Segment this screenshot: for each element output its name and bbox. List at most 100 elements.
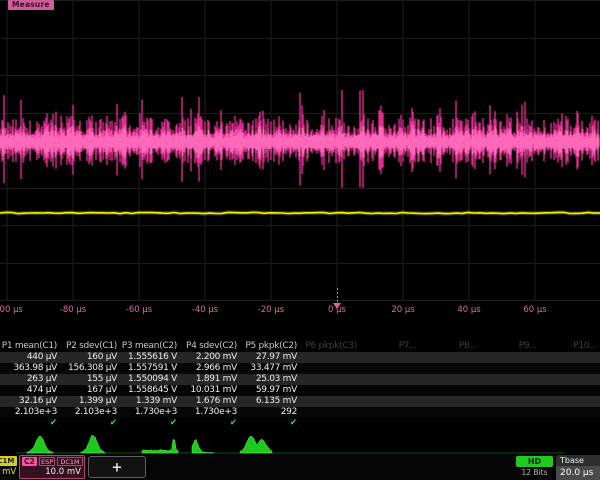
- c2-channel-tag: C2: [22, 457, 37, 466]
- table-value-cell: [300, 352, 360, 363]
- table-value-cell: 33.477 mV: [240, 363, 300, 374]
- table-value-cell: [540, 407, 600, 418]
- table-value-cell: 2.200 mV: [180, 352, 240, 363]
- table-value-cell: 1.339 mV: [120, 396, 180, 407]
- table-value-cell: 1.891 mV: [180, 374, 240, 385]
- table-value-cell: [420, 407, 480, 418]
- table-value-cell: [420, 363, 480, 374]
- table-value-cell: [540, 363, 600, 374]
- trigger-dashed-line: [337, 288, 338, 302]
- table-value-cell: 1.558645 V: [120, 385, 180, 396]
- table-value-cell: [360, 363, 420, 374]
- add-trace-slot[interactable]: +: [88, 456, 146, 478]
- table-value-cell: [300, 396, 360, 407]
- table-value-cell: 59.97 mV: [240, 385, 300, 396]
- table-value-cell: 440 µV: [0, 352, 60, 363]
- histicon[interactable]: [240, 436, 272, 453]
- table-value-cell: [480, 352, 540, 363]
- histicon[interactable]: [142, 439, 178, 453]
- table-value-cell: [420, 374, 480, 385]
- table-header-cell[interactable]: P3 mean(C2): [120, 341, 180, 352]
- channel-descriptor-c2[interactable]: C2 ESP DC1M 10.0 mV: [19, 455, 85, 479]
- table-value-cell: 27.97 mV: [240, 352, 300, 363]
- status-check-icon: ✔: [120, 418, 180, 430]
- table-value-cell: 1.550094 V: [120, 374, 180, 385]
- tbase-label: Tbase: [556, 455, 600, 466]
- tbase-panel[interactable]: Tbase 20.0 µs: [556, 455, 600, 480]
- tbase-value: 20.0 µs: [556, 466, 600, 480]
- trigger-marker-icon[interactable]: [333, 303, 341, 309]
- table-value-cell: [480, 385, 540, 396]
- table-header-cell[interactable]: P1 mean(C1): [0, 341, 60, 352]
- axis-tick-label: 20 µs: [391, 305, 414, 315]
- table-value-cell: [300, 363, 360, 374]
- c2-esp-badge: ESP: [39, 457, 55, 466]
- c2-vertical-scale: 10.0 mV: [45, 467, 81, 477]
- table-value-cell: 292: [240, 407, 300, 418]
- table-value-cell: [540, 374, 600, 385]
- axis-tick-label: 60 µs: [523, 305, 546, 315]
- status-check-icon: [480, 418, 540, 430]
- waveform-layer: [0, 0, 600, 302]
- plus-icon: +: [112, 462, 123, 475]
- time-axis: -100 µs-80 µs-60 µs-40 µs-20 µs0 µs20 µs…: [0, 302, 600, 318]
- table-value-cell: [480, 374, 540, 385]
- c1-coupling-badge: DC1M: [0, 456, 17, 466]
- table-value-cell: [420, 396, 480, 407]
- bottom-bar: DC1M 0 mV C2 ESP DC1M 10.0 mV + HD 12 Bi…: [0, 455, 600, 480]
- table-value-cell: [300, 407, 360, 418]
- histicon[interactable]: [27, 436, 53, 453]
- table-value-cell: 10.031 mV: [180, 385, 240, 396]
- table-value-cell: [480, 407, 540, 418]
- table-value-cell: 2.103e+3: [60, 407, 120, 418]
- status-check-icon: [540, 418, 600, 430]
- table-header-cell[interactable]: P9...: [480, 341, 540, 352]
- hd-badge[interactable]: HD: [516, 456, 553, 467]
- table-value-cell: 1.557591 V: [120, 363, 180, 374]
- table-value-cell: 263 µV: [0, 374, 60, 385]
- table-header-cell[interactable]: P5 pkpk(C2): [240, 341, 300, 352]
- table-value-cell: [420, 352, 480, 363]
- table-value-cell: 25.03 mV: [240, 374, 300, 385]
- status-check-icon: [360, 418, 420, 430]
- table-value-cell: [360, 374, 420, 385]
- table-value-cell: 1.676 mV: [180, 396, 240, 407]
- table-header-cell[interactable]: P6 pkpk(C3): [300, 341, 360, 352]
- table-value-cell: 156.308 µV: [60, 363, 120, 374]
- table-value-cell: 1.555616 V: [120, 352, 180, 363]
- table-value-cell: [360, 396, 420, 407]
- axis-tick-label: -20 µs: [258, 305, 284, 315]
- table-value-cell: 160 µV: [60, 352, 120, 363]
- table-value-cell: [540, 352, 600, 363]
- table-header-cell[interactable]: P10...: [540, 341, 600, 352]
- trace-label-badge[interactable]: Measure: [8, 0, 54, 10]
- table-value-cell: 32.16 µV: [0, 396, 60, 407]
- status-check-icon: [300, 418, 360, 430]
- status-check-icon: [420, 418, 480, 430]
- table-value-cell: [300, 374, 360, 385]
- table-header-cell[interactable]: P8...: [420, 341, 480, 352]
- histicon[interactable]: [81, 435, 105, 453]
- axis-tick-label: 40 µs: [457, 305, 480, 315]
- axis-tick-label: -40 µs: [192, 305, 218, 315]
- axis-tick-label: -80 µs: [60, 305, 86, 315]
- table-value-cell: 1.730e+3: [120, 407, 180, 418]
- table-value-cell: [360, 407, 420, 418]
- table-value-cell: [540, 396, 600, 407]
- table-value-cell: [360, 385, 420, 396]
- oscilloscope-screen: Measure -100 µs-80 µs-60 µs-40 µs-20 µs0…: [0, 0, 600, 480]
- c1-vertical-scale: 0 mV: [0, 467, 16, 477]
- table-value-cell: 167 µV: [60, 385, 120, 396]
- grid-area[interactable]: Measure: [0, 0, 600, 300]
- table-value-cell: [360, 352, 420, 363]
- histicon[interactable]: [192, 439, 214, 453]
- table-value-cell: 2.103e+3: [0, 407, 60, 418]
- axis-tick-label: -60 µs: [126, 305, 152, 315]
- table-value-cell: [420, 385, 480, 396]
- table-value-cell: [300, 385, 360, 396]
- status-check-icon: ✔: [0, 418, 60, 430]
- table-header-cell[interactable]: P4 sdev(C2): [180, 341, 240, 352]
- table-header-cell[interactable]: P2 sdev(C1): [60, 341, 120, 352]
- status-check-icon: ✔: [180, 418, 240, 430]
- table-header-cell[interactable]: P7...: [360, 341, 420, 352]
